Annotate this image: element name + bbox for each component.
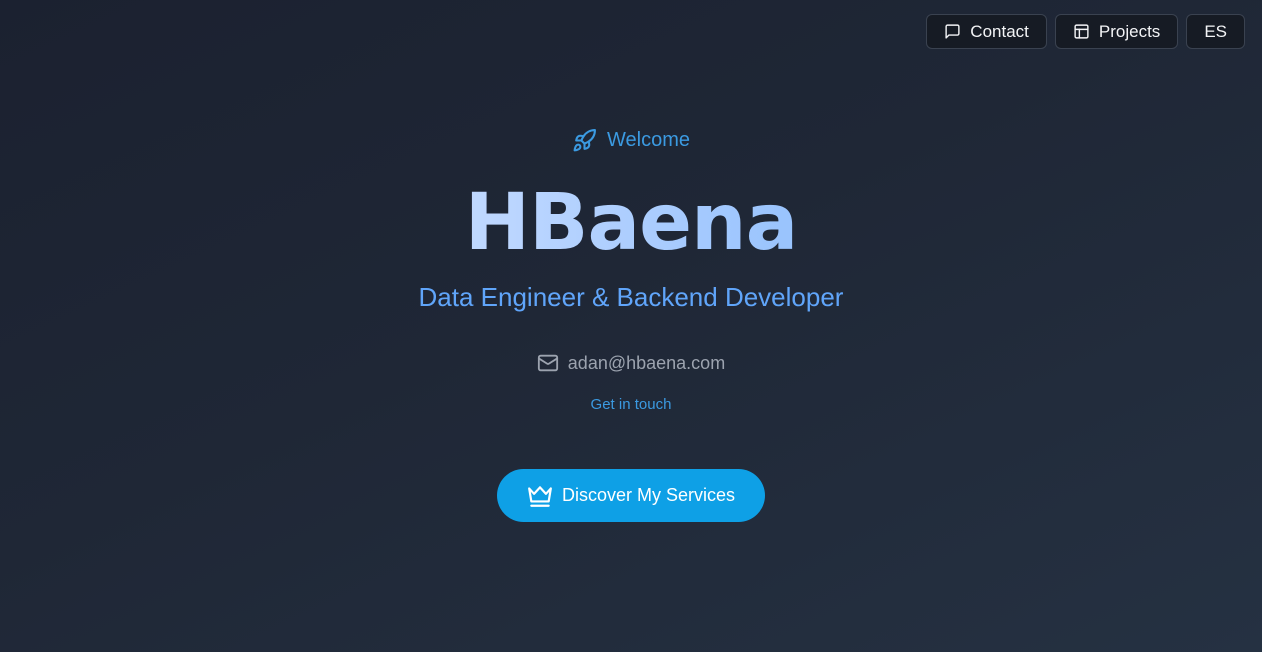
contact-button-label: Contact xyxy=(970,21,1029,41)
message-square-icon xyxy=(945,24,960,39)
get-in-touch-link[interactable]: Get in touch xyxy=(0,396,1262,413)
welcome-badge: Welcome xyxy=(0,128,1262,153)
layout-icon xyxy=(1074,24,1089,39)
contact-button[interactable]: Contact xyxy=(926,14,1047,49)
top-navigation: Contact Projects ES xyxy=(926,14,1245,49)
brand-title: HBaena xyxy=(0,178,1262,268)
discover-services-button[interactable]: Discover My Services xyxy=(497,469,765,522)
discover-services-label: Discover My Services xyxy=(561,485,736,505)
crown-icon xyxy=(528,485,552,507)
mail-icon xyxy=(537,354,558,372)
projects-button[interactable]: Projects xyxy=(1054,14,1179,49)
language-switch-button[interactable]: ES xyxy=(1186,14,1245,49)
language-button-label: ES xyxy=(1204,21,1227,41)
email-address[interactable]: adan@hbaena.com xyxy=(568,353,725,374)
rocket-icon xyxy=(573,129,596,152)
email-row: adan@hbaena.com xyxy=(0,352,1262,374)
welcome-label: Welcome xyxy=(607,129,690,151)
role-subtitle: Data Engineer & Backend Developer xyxy=(418,282,844,312)
projects-button-label: Projects xyxy=(1098,21,1161,41)
